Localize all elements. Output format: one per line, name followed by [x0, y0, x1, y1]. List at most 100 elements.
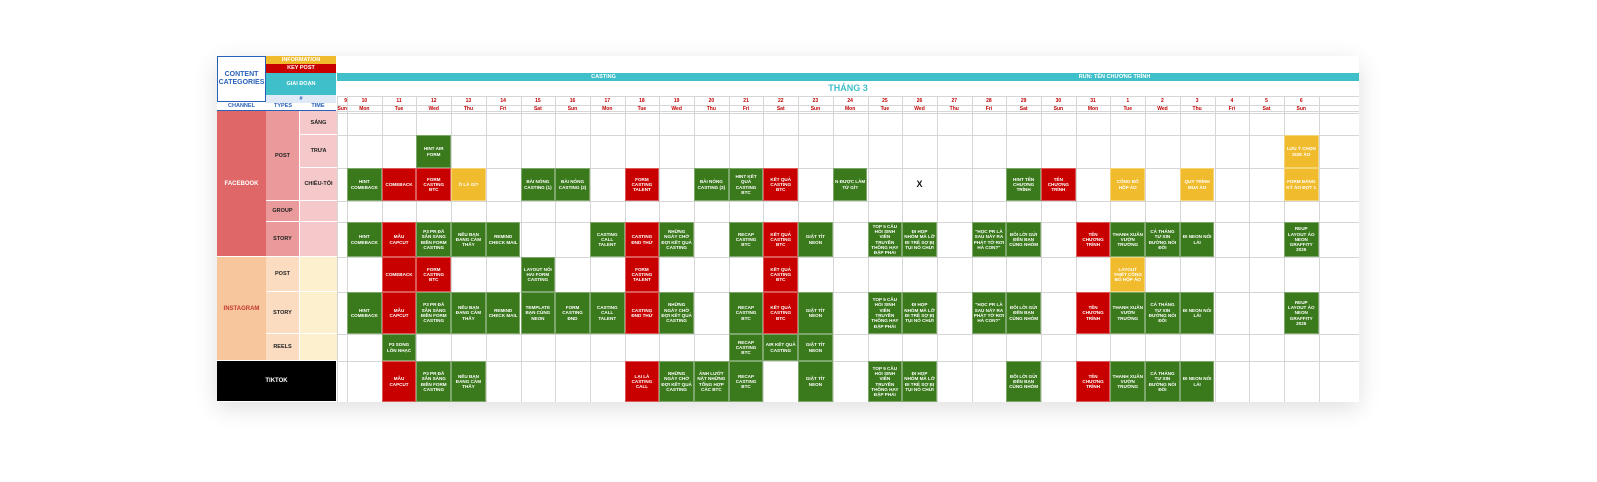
calendar-cell[interactable]: NẾU BẠN ĐANG CẢM THẤY	[451, 222, 486, 257]
calendar-cell[interactable]: THANH XUÂN VƯỜN TRƯỜNG	[1110, 222, 1146, 257]
calendar-cell[interactable]: BÀI NÓNG CASTING (3)	[694, 168, 729, 201]
calendar-cell[interactable]: REUP LAYOUT ÁO NEON GRAFFITY 2025	[1283, 292, 1319, 334]
calendar-cell[interactable]: FORM CASTING BTC	[416, 257, 452, 292]
calendar-cell[interactable]: ĐÔI LỜI GỬI ĐẾN BẠN CÙNG NHÓM	[1006, 222, 1041, 257]
calendar-cell[interactable]: NẾU BẠN ĐANG CẢM THẤY	[451, 361, 486, 402]
calendar-cell[interactable]: FORM ĐĂNG KÝ ÁO ĐỢT 1	[1283, 168, 1319, 201]
calendar-cell[interactable]: P3 PR ĐÃ SẴN SÀNG ĐIỀN FORM CASTING	[416, 222, 452, 257]
calendar-cell[interactable]: HINT KẾT QUẢ CASTING BTC	[728, 168, 764, 201]
calendar-cell[interactable]: MẪU CAPCUT	[381, 222, 417, 257]
calendar-cell[interactable]: CÔNG BỐ HỘP ÁO	[1110, 168, 1146, 201]
calendar-cell[interactable]: TÊN CHƯƠNG TRÌNH	[1075, 222, 1111, 257]
calendar-cell[interactable]: TÊN CHƯƠNG TRÌNH	[1075, 361, 1111, 402]
calendar-cell[interactable]: RECAP CASTING BTC	[728, 334, 764, 361]
calendar-cell[interactable]: ĐÔI LỜI GỬI ĐẾN BẠN CÙNG NHÓM	[1006, 292, 1041, 334]
calendar-cell[interactable]: ĐI HỌP NHÓM MÀ LỠ ĐI TRỄ SỢ BỊ TỤI NÓ CH…	[902, 222, 937, 257]
calendar-cell[interactable]: HINT COMEBACK	[347, 168, 382, 201]
calendar-cell[interactable]: BÀI NÓNG CASTING (2)	[555, 168, 590, 201]
calendar-cell[interactable]: GIẬT TÍT NEON	[798, 292, 833, 334]
calendar-cell[interactable]: "HỌC PR LÀ SAU NÀY RA PHÁT TỜ RƠI HẢ CON…	[971, 292, 1007, 334]
calendar-cell[interactable]: ẢNH LƯỚT NẶT NHỮNG TỔNG HỢP CÁC BTC	[694, 361, 729, 402]
calendar-cell[interactable]: RECAP CASTING BTC	[728, 361, 764, 402]
phase-run-bar: RUN: TÊN CHƯƠNG TRÌNH	[870, 73, 1359, 81]
calendar-cell[interactable]: AIR KẾT QUẢ CASTING	[763, 334, 799, 361]
calendar-cell[interactable]: HINT TÊN CHƯƠNG TRÌNH	[1006, 168, 1041, 201]
calendar-cell[interactable]: CASTING CALL TALENT	[589, 292, 625, 334]
calendar-cell[interactable]: NHỮNG NGÀY CHỜ ĐỢI KẾT QUẢ CASTING	[659, 292, 694, 334]
calendar-cell[interactable]: THANH XUÂN VƯỜN TRƯỜNG	[1110, 292, 1146, 334]
calendar-cell[interactable]: ĐI HỌP NHÓM MÀ LỠ ĐI TRỄ SỢ BỊ TỤI NÓ CH…	[902, 292, 937, 334]
calendar-cell[interactable]: LƯU Ý CHỌN SIZE ÁO	[1283, 135, 1319, 168]
day-number: 2	[1161, 97, 1164, 104]
calendar-cell[interactable]: LẠI LÀ CASTING CALL	[624, 361, 660, 402]
calendar-cell[interactable]: CASTING ĐND THỬ	[624, 222, 660, 257]
calendar-cell[interactable]: FORM CASTING ĐND	[555, 292, 590, 334]
calendar-cell[interactable]: ĐÔI LỜI GỬI ĐẾN BẠN CÙNG NHÓM	[1006, 361, 1041, 402]
calendar-cell[interactable]: TÊN CHƯƠNG TRÌNH	[1075, 292, 1111, 334]
calendar-cell[interactable]: REMIND CHECK MAIL	[485, 222, 521, 257]
grid-line-vertical	[1041, 96, 1042, 402]
day-weekday: Sun	[1053, 106, 1064, 112]
calendar-cell[interactable]: FORM CASTING TALENT	[624, 168, 660, 201]
calendar-cell[interactable]: RECAP CASTING BTC	[728, 222, 764, 257]
calendar-cell[interactable]: REMIND CHECK MAIL	[485, 292, 521, 334]
calendar-cell[interactable]: X	[902, 168, 937, 201]
calendar-cell[interactable]: FORM CASTING TALENT	[624, 257, 660, 292]
type-label: REELS	[266, 334, 300, 361]
calendar-cell[interactable]: GIẬT TÍT NEON	[798, 222, 833, 257]
calendar-cell[interactable]: Ô LÀ GÌ?	[451, 168, 486, 201]
calendar-cell[interactable]: TOP 5 CÂU HỎI SINH VIÊN TRUYỀN THÔNG HAY…	[867, 361, 903, 402]
calendar-cell[interactable]: NẾU BẠN ĐANG CẢM THẤY	[451, 292, 486, 334]
calendar-cell[interactable]: THANH XUÂN VƯỜN TRƯỜNG	[1110, 361, 1146, 402]
calendar-cell[interactable]: HINT AIR FORM	[416, 135, 452, 168]
calendar-cell[interactable]: P3 SONG LỒN NHẠC	[381, 334, 417, 361]
calendar-cell[interactable]: QUY TRÌNH MUA ÁO	[1179, 168, 1215, 201]
calendar-cell[interactable]: TOP 5 CÂU HỎI SINH VIÊN TRUYỀN THÔNG HAY…	[867, 292, 903, 334]
day-number: 12	[430, 97, 437, 104]
day-weekday: Fri	[985, 106, 993, 112]
calendar-cell[interactable]: MẪU CAPCUT	[381, 361, 417, 402]
calendar-cell[interactable]: P3 PR ĐÃ SẴN SÀNG ĐIỀN FORM CASTING	[416, 361, 452, 402]
calendar-cell[interactable]: TEMPLATE BẠN CÙNG NEON	[520, 292, 556, 334]
calendar-cell[interactable]: KẾT QUẢ CASTING BTC	[763, 168, 799, 201]
calendar-cell[interactable]: KẾT QUẢ CASTING BTC	[763, 222, 799, 257]
day-number: 17	[604, 97, 611, 104]
calendar-cell[interactable]: NHỮNG NGÀY CHỜ ĐỢI KẾT QUẢ CASTING	[659, 222, 694, 257]
calendar-cell[interactable]: REUP LAYOUT ÁO NEON GRAFFITY 2025	[1283, 222, 1319, 257]
grid-line-vertical	[1318, 96, 1320, 402]
calendar-cell[interactable]: CÁ THÁNG TƯ XIN ĐƯỜNG NÓI ĐỐI	[1145, 222, 1180, 257]
calendar-cell[interactable]: NHỮNG NGÀY CHỜ ĐỢI KẾT QUẢ CASTING	[659, 361, 694, 402]
day-weekday: Sun	[1296, 106, 1306, 112]
calendar-cell[interactable]: LAYOUT THIẾT CÔNG BỐ HỘP ÁO	[1110, 257, 1146, 292]
calendar-cell[interactable]: TOP 5 CÂU HỎI SINH VIÊN TRUYỀN THÔNG HAY…	[867, 222, 903, 257]
day-number: 6	[1299, 97, 1303, 104]
calendar-cell[interactable]: GIẬT TÍT NEON	[798, 334, 833, 361]
channel-tt: TIKTOK	[217, 361, 336, 402]
calendar-cell[interactable]: FORM CASTING BTC	[416, 168, 452, 201]
calendar-cell[interactable]: ĐI NEON NÓI LÁI	[1179, 292, 1215, 334]
calendar-cell[interactable]: HINT COMEBACK	[347, 292, 382, 334]
calendar-cell[interactable]: COMEBACK	[381, 168, 417, 201]
calendar-cell[interactable]: COMEBACK	[381, 257, 417, 292]
calendar-cell[interactable]: HINT COMEBACK	[347, 222, 382, 257]
calendar-cell[interactable]: MẪU CAPCUT	[381, 292, 417, 334]
calendar-cell[interactable]: CASTING CALL TALENT	[589, 222, 625, 257]
day-weekday: Mon	[1087, 106, 1099, 112]
calendar-cell[interactable]: RECAP CASTING BTC	[728, 292, 764, 334]
type-label: GROUP	[266, 201, 300, 222]
calendar-cell[interactable]: ĐI NEON NÓI LÁI	[1179, 222, 1215, 257]
calendar-cell[interactable]: "HỌC PR LÀ SAU NÀY RA PHÁT TỜ RƠI HẢ CON…	[971, 222, 1007, 257]
calendar-cell[interactable]: ĐI HỌP NHÓM MÀ LỠ ĐI TRỄ SỢ BỊ TỤI NÓ CH…	[902, 361, 937, 402]
calendar-cell[interactable]: KẾT QUẢ CASTING BTC	[763, 257, 799, 292]
calendar-cell[interactable]: CÁ THÁNG TƯ XIN ĐƯỜNG NÓI ĐỐI	[1145, 292, 1180, 334]
calendar-cell[interactable]: TÊN CHƯƠNG TRÌNH	[1041, 168, 1076, 201]
calendar-cell[interactable]: N ĐƯỢC LÀM TỪ GÌ?	[832, 168, 868, 201]
calendar-cell[interactable]: P3 PR ĐÃ SẴN SÀNG ĐIỀN FORM CASTING	[416, 292, 452, 334]
calendar-cell[interactable]: GIẬT TÍT NEON	[798, 361, 833, 402]
calendar-cell[interactable]: BÀI NÓNG CASTING (1)	[520, 168, 556, 201]
calendar-cell[interactable]: ĐI NEON NÓI LÁI	[1179, 361, 1215, 402]
calendar-cell[interactable]: CASTING ĐND THỬ	[624, 292, 660, 334]
calendar-cell[interactable]: CÁ THÁNG TƯ XIN ĐƯỜNG NÓI ĐỐI	[1145, 361, 1180, 402]
calendar-cell[interactable]: LAYOUT NỐI HAI FORM CASTING	[520, 257, 556, 292]
calendar-cell[interactable]: KẾT QUẢ CASTING BTC	[763, 292, 799, 334]
